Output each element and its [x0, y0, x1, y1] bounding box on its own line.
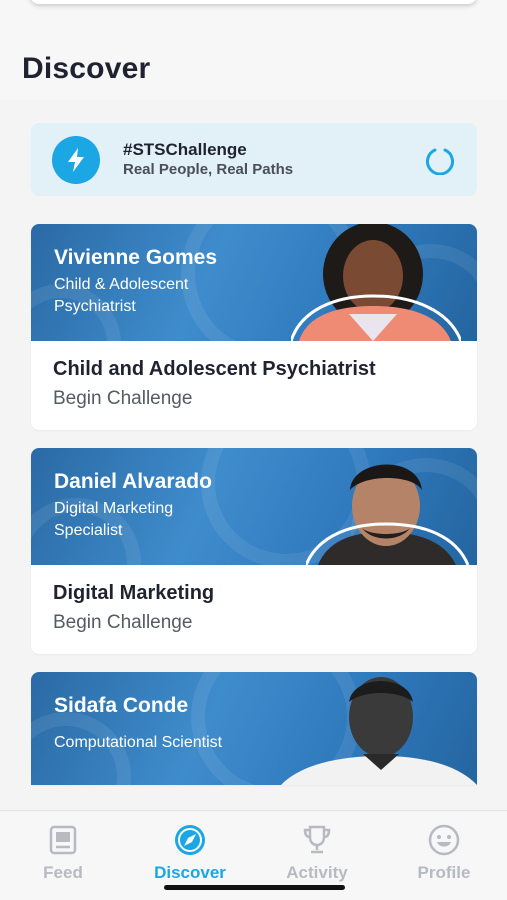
- tab-label: Discover: [154, 863, 226, 882]
- loading-spinner-icon: [426, 148, 454, 175]
- career-title: Child and Adolescent Psychiatrist: [53, 358, 376, 380]
- home-indicator: [164, 885, 345, 890]
- begin-challenge-link[interactable]: Begin Challenge: [53, 612, 192, 634]
- banner-title: #STSChallenge: [123, 140, 247, 159]
- career-title: Digital Marketing: [53, 582, 215, 604]
- banner-subtitle: Real People, Real Paths: [123, 161, 294, 178]
- trophy-icon: [303, 825, 331, 854]
- person-role: Child & Adolescent Psychiatrist: [54, 276, 189, 315]
- person-photo: [281, 677, 477, 785]
- compass-icon: [175, 825, 205, 855]
- career-card[interactable]: Sidafa Conde Computational Scientist: [31, 672, 477, 785]
- tab-label: Profile: [417, 863, 471, 882]
- page-title: Discover: [22, 52, 151, 85]
- smiley-icon: [428, 824, 460, 856]
- career-card-image: Daniel Alvarado Digital Marketing Specia…: [31, 448, 477, 565]
- career-card[interactable]: Vivienne Gomes Child & Adolescent Psychi…: [31, 224, 477, 430]
- header: Discover: [0, 0, 507, 100]
- feed-icon: [49, 825, 77, 855]
- person-photo: [306, 464, 470, 565]
- person-role: Computational Scientist: [54, 734, 223, 751]
- person-role: Digital Marketing Specialist: [54, 500, 174, 539]
- tab-profile[interactable]: Profile: [381, 819, 507, 891]
- person-photo: [291, 224, 461, 341]
- tab-label: Feed: [43, 863, 83, 882]
- career-card[interactable]: Daniel Alvarado Digital Marketing Specia…: [31, 448, 477, 654]
- begin-challenge-link[interactable]: Begin Challenge: [53, 388, 192, 410]
- previous-card-edge: [30, 0, 477, 4]
- person-name: Daniel Alvarado: [54, 470, 212, 493]
- tab-activity[interactable]: Activity: [254, 819, 380, 891]
- tab-label: Activity: [286, 863, 348, 882]
- sts-challenge-banner[interactable]: #STSChallenge Real People, Real Paths: [31, 123, 477, 196]
- person-name: Vivienne Gomes: [54, 246, 218, 269]
- tab-discover[interactable]: Discover: [127, 819, 253, 891]
- tab-feed[interactable]: Feed: [0, 819, 126, 891]
- career-card-image: Sidafa Conde Computational Scientist: [31, 672, 477, 785]
- person-name: Sidafa Conde: [54, 694, 189, 717]
- lightning-icon: [52, 136, 100, 184]
- career-card-image: Vivienne Gomes Child & Adolescent Psychi…: [31, 224, 477, 341]
